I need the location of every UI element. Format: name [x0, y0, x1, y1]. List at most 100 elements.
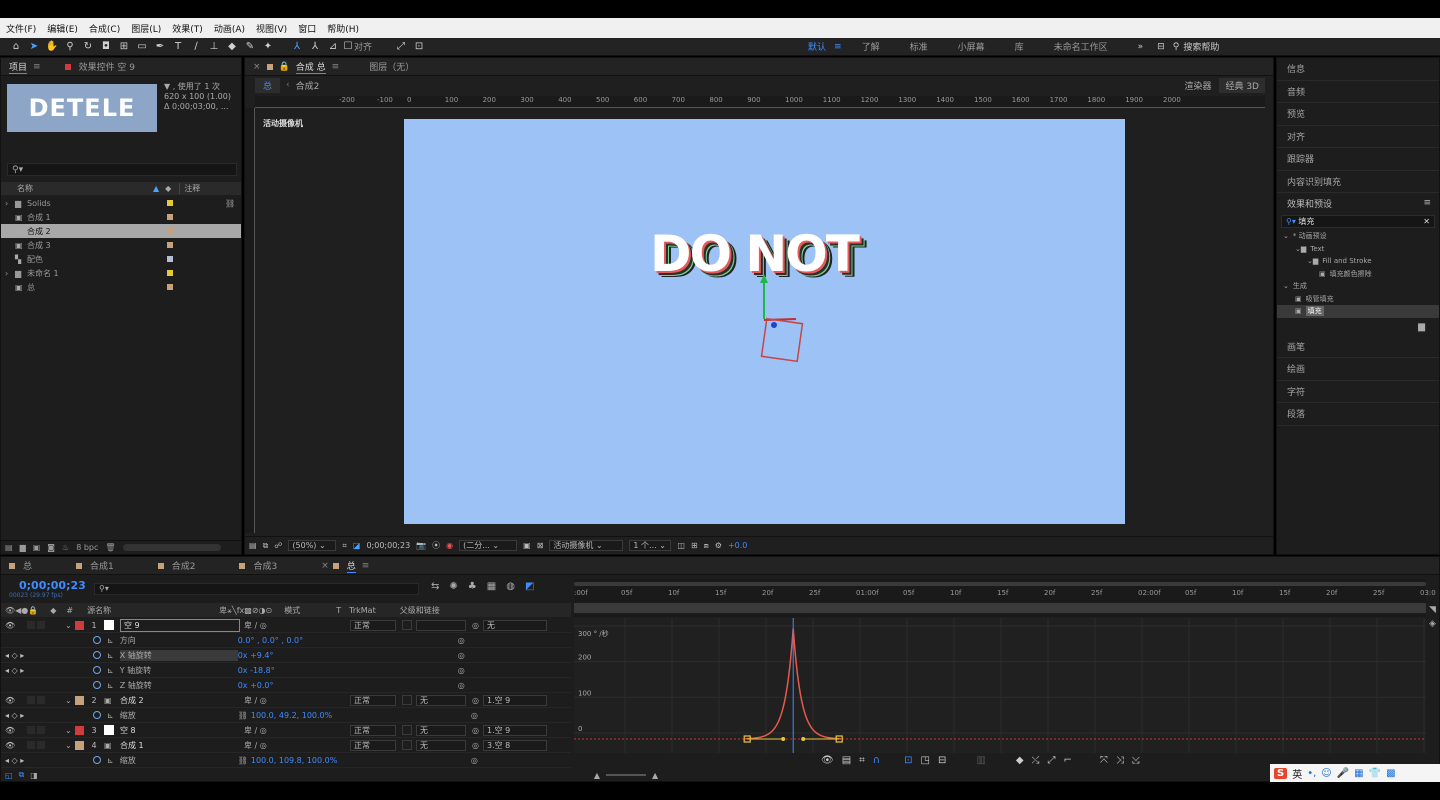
- marker-icon[interactable]: ◥: [1429, 605, 1439, 615]
- viewer-timecode[interactable]: 0;00;00;23: [366, 541, 410, 550]
- panel-tab-5[interactable]: 内容识别填充: [1277, 171, 1439, 193]
- auto-bezier-icon[interactable]: ⤢: [1048, 755, 1056, 766]
- property-name[interactable]: 缩放: [120, 755, 238, 766]
- layer-name[interactable]: 合成 2: [120, 695, 240, 706]
- preserve-transparency-checkbox[interactable]: [402, 695, 412, 705]
- graph-toggle-icon[interactable]: ⊾: [107, 681, 114, 690]
- expression-pick-whip-icon[interactable]: ◎: [471, 756, 478, 765]
- frame-blend-icon[interactable]: ▦: [487, 581, 496, 592]
- y-axis-arrow[interactable]: [760, 274, 768, 283]
- rotate-tool-icon[interactable]: ↻: [80, 40, 96, 54]
- property-name[interactable]: Y 轴旋转: [120, 665, 238, 676]
- flowchart-icon[interactable]: ⧈: [704, 541, 709, 551]
- property-name[interactable]: X 轴旋转: [119, 649, 238, 661]
- trkmat-select[interactable]: 无: [416, 694, 466, 706]
- menu-composition[interactable]: 合成(C): [89, 22, 120, 35]
- col-t[interactable]: T: [336, 606, 341, 615]
- new-comp-icon[interactable]: ▣: [33, 543, 41, 552]
- lock-icon[interactable]: 🔒: [279, 62, 290, 72]
- tab-comp-total[interactable]: 合成 总: [295, 60, 326, 74]
- fast-preview-icon[interactable]: ⧉: [263, 541, 269, 551]
- blend-mode-select[interactable]: 正常: [350, 694, 396, 706]
- color-depth-icon[interactable]: ♨: [62, 543, 69, 552]
- panel-tab-bottom-3[interactable]: 段落: [1277, 403, 1439, 426]
- expression-pick-whip-icon[interactable]: ◎: [458, 651, 465, 660]
- convert-vertex-icon[interactable]: ⌐: [1064, 755, 1072, 766]
- layer-row[interactable]: 👁 ⌄ 4 ▣ 合成 1 卑 ∕ ◎ 正常 无 ◎ 3.空 8: [1, 738, 571, 753]
- panel-menu-icon[interactable]: ≡: [33, 62, 41, 72]
- layer-label-swatch[interactable]: [75, 725, 84, 735]
- panel-menu-icon[interactable]: ≡: [362, 561, 370, 571]
- pen-tool-icon[interactable]: ✒: [152, 40, 168, 54]
- easy-ease-in-icon[interactable]: ⤨: [1116, 755, 1124, 766]
- trash-icon[interactable]: 🗑: [105, 543, 115, 552]
- menu-effect[interactable]: 效果(T): [172, 22, 203, 35]
- breadcrumb-total[interactable]: 总: [255, 77, 281, 93]
- tab-layer[interactable]: 图层（无）: [369, 60, 414, 73]
- panel-tab-3[interactable]: 对齐: [1277, 126, 1439, 148]
- panel-tab-bottom-2[interactable]: 字符: [1277, 381, 1439, 403]
- ime-language[interactable]: 英: [1292, 766, 1302, 781]
- project-item[interactable]: ▣ 总: [1, 280, 241, 294]
- stopwatch-icon[interactable]: [93, 711, 101, 719]
- menu-edit[interactable]: 编辑(E): [47, 22, 78, 35]
- new-folder-icon[interactable]: ▆: [20, 543, 26, 552]
- null-object-gizmo[interactable]: [744, 269, 824, 369]
- blend-mode-select[interactable]: 正常: [350, 619, 396, 631]
- panel-tab-bottom-1[interactable]: 绘画: [1277, 358, 1439, 381]
- hand-tool-icon[interactable]: ✋: [44, 40, 60, 54]
- layer-name[interactable]: 空 8: [120, 725, 240, 736]
- draft-3d-icon[interactable]: ✺: [449, 581, 457, 592]
- layer-switches[interactable]: 卑 ∕ ◎: [244, 725, 350, 736]
- expand-arrow-icon[interactable]: ›: [5, 269, 15, 278]
- property-row[interactable]: ◂ ◇ ▸ ⊾ X 轴旋转 0x +9.4° ◎: [1, 648, 571, 663]
- property-name[interactable]: 缩放: [120, 710, 238, 721]
- timeline-tab-0[interactable]: 总: [9, 559, 32, 572]
- workspace-unnamed[interactable]: 未命名工作区: [1054, 40, 1108, 53]
- property-value[interactable]: 100.0, 49.2, 100.0%: [251, 711, 471, 720]
- ime-tools-icon[interactable]: ▩: [1386, 768, 1395, 779]
- col-note[interactable]: 注释: [179, 183, 200, 194]
- expand-arrow-icon[interactable]: ⌄: [65, 621, 75, 630]
- toggle-pixel-icon[interactable]: ◫: [677, 541, 685, 550]
- keyframe-nav-icon[interactable]: ◈: [1429, 619, 1439, 629]
- home-icon[interactable]: ⌂: [8, 40, 24, 54]
- effects-search-input[interactable]: ⚲▾ 填充 ✕: [1281, 215, 1435, 228]
- ime-emoji-icon[interactable]: ☺: [1321, 768, 1331, 779]
- sync-icon[interactable]: ⊟: [1157, 42, 1165, 52]
- bpc-label[interactable]: 8 bpc: [76, 543, 98, 552]
- keyframe-nav-icon[interactable]: ◂ ◇ ▸: [5, 711, 93, 720]
- property-value[interactable]: 0x -18.8°: [238, 666, 458, 675]
- bezier-handle-point[interactable]: [781, 737, 786, 741]
- clear-search-icon[interactable]: ✕: [1423, 217, 1430, 226]
- toggle-switches-icon[interactable]: ⧉: [19, 770, 25, 780]
- project-item[interactable]: ▣ 合成 3: [1, 238, 241, 252]
- visibility-icon[interactable]: 👁: [5, 621, 27, 630]
- align-checkbox[interactable]: ☐: [343, 40, 353, 54]
- effects-tree-item[interactable]: ⌄ * 动画预设: [1277, 230, 1439, 243]
- tab-project[interactable]: 项目: [9, 60, 28, 74]
- property-row[interactable]: ◂ ◇ ▸ ⊾ 缩放 ⛓ 100.0, 109.8, 100.0% ◎: [1, 753, 571, 768]
- pick-whip-icon[interactable]: ◎: [472, 741, 479, 750]
- label-swatch[interactable]: [167, 242, 173, 248]
- label-swatch[interactable]: [167, 200, 173, 206]
- ime-punct-icon[interactable]: •,: [1307, 768, 1316, 779]
- exposure-value[interactable]: +0.0: [728, 541, 747, 550]
- flowchart-icon[interactable]: ⛓: [225, 199, 235, 208]
- menu-file[interactable]: 文件(F): [6, 22, 36, 35]
- blend-mode-select[interactable]: 正常: [350, 739, 396, 751]
- panel-tab-2[interactable]: 预览: [1277, 103, 1439, 126]
- close-tab-icon[interactable]: ×: [253, 62, 261, 72]
- preserve-transparency-checkbox[interactable]: [402, 725, 412, 735]
- z-axis-handle[interactable]: [771, 322, 777, 328]
- keyframe-nav-icon[interactable]: ◂ ◇ ▸: [5, 651, 93, 660]
- constrain-proportions-icon[interactable]: ⛓: [238, 711, 248, 720]
- stopwatch-icon[interactable]: [93, 666, 101, 674]
- menu-layer[interactable]: 图层(L): [131, 22, 161, 35]
- label-swatch[interactable]: [167, 284, 173, 290]
- toggle-mask-icon[interactable]: ☍: [274, 541, 282, 550]
- effects-tree-item[interactable]: ⌄ 生成: [1277, 280, 1439, 293]
- ime-voice-icon[interactable]: 🎤: [1337, 768, 1349, 779]
- panel-tab-bottom-0[interactable]: 画笔: [1277, 336, 1439, 358]
- label-swatch[interactable]: [167, 256, 173, 262]
